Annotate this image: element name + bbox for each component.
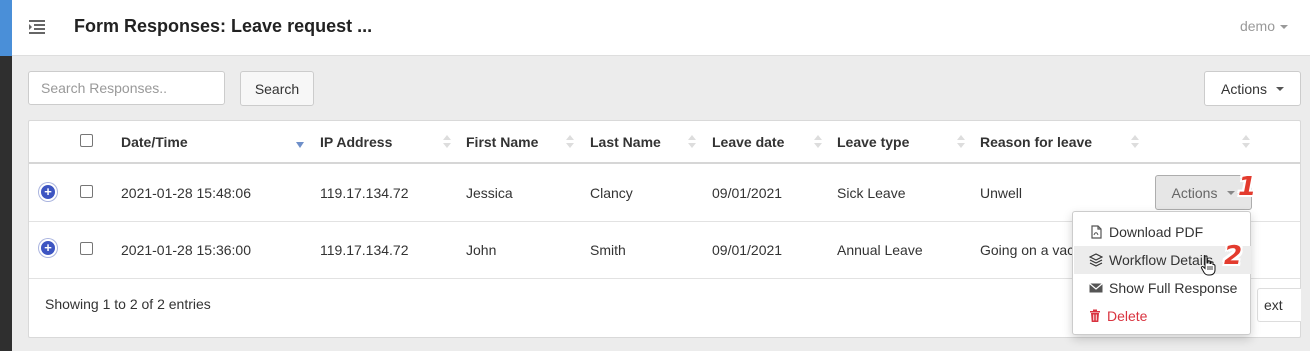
column-header-first-name[interactable]: First Name <box>466 134 538 150</box>
step-1-marker: 1 <box>1238 172 1257 202</box>
next-page-button[interactable]: ext <box>1257 288 1301 322</box>
left-rail <box>0 0 12 351</box>
column-header-ip[interactable]: IP Address <box>320 134 392 150</box>
chevron-down-icon <box>1227 190 1236 195</box>
cell-leave-type: Sick Leave <box>837 185 906 201</box>
chevron-down-icon <box>1275 86 1284 91</box>
cell-ip: 119.17.134.72 <box>320 185 409 201</box>
actions-button[interactable]: Actions <box>1204 71 1301 106</box>
menu-item-label: Show Full Response <box>1109 280 1238 296</box>
row-checkbox[interactable] <box>80 185 93 198</box>
user-menu[interactable]: demo <box>1240 18 1288 34</box>
expand-row-icon[interactable]: + <box>39 183 57 201</box>
menu-toggle-icon[interactable] <box>27 17 47 37</box>
sort-icon <box>957 135 965 149</box>
column-header-last-name[interactable]: Last Name <box>590 134 661 150</box>
cell-first-name: John <box>466 242 497 258</box>
column-header-leave-date[interactable]: Leave date <box>712 134 784 150</box>
cell-reason: Going on a vac <box>980 242 1075 258</box>
search-input[interactable] <box>28 71 225 105</box>
sort-icon <box>566 135 574 149</box>
cell-reason: Unwell <box>980 185 1023 201</box>
sort-icon <box>688 135 696 149</box>
page-title: Form Responses: Leave request ... <box>74 16 373 36</box>
column-header-datetime[interactable]: Date/Time <box>121 134 188 150</box>
search-button[interactable]: Search <box>240 71 314 106</box>
cell-last-name: Smith <box>590 242 626 258</box>
menu-item-label: Workflow Details <box>1109 252 1213 268</box>
sort-icon <box>1242 135 1250 149</box>
cell-ip: 119.17.134.72 <box>320 242 409 258</box>
column-header-leave-type[interactable]: Leave type <box>837 134 909 150</box>
menu-item-label: Download PDF <box>1109 224 1204 240</box>
step-2-marker: 2 <box>1224 241 1243 271</box>
envelope-icon <box>1089 283 1103 293</box>
topbar: Form Responses: Leave request ... demo <box>12 0 1310 56</box>
layers-icon <box>1089 253 1103 267</box>
menu-item-label: Delete <box>1107 308 1148 324</box>
menu-item-delete[interactable]: Delete <box>1074 302 1251 330</box>
sort-icon <box>1131 135 1139 149</box>
select-all-checkbox[interactable] <box>80 134 93 147</box>
header-divider <box>29 162 1300 164</box>
column-header-reason[interactable]: Reason for leave <box>980 134 1092 150</box>
menu-item-show-full-response[interactable]: Show Full Response <box>1074 274 1251 302</box>
row-checkbox[interactable] <box>80 242 93 255</box>
sort-icon <box>814 135 822 149</box>
row-actions-menu: Download PDF Workflow Details Show Full … <box>1072 211 1251 335</box>
cell-first-name: Jessica <box>466 185 513 201</box>
cell-datetime: 2021-01-28 15:48:06 <box>121 185 251 201</box>
hand-cursor-icon <box>1200 255 1216 280</box>
sort-icon <box>443 135 451 149</box>
actions-button-label: Actions <box>1221 80 1267 97</box>
entries-info: Showing 1 to 2 of 2 entries <box>45 296 211 312</box>
row-actions-label: Actions <box>1171 184 1218 201</box>
cell-leave-date: 09/01/2021 <box>712 185 783 201</box>
cell-leave-date: 09/01/2021 <box>712 242 783 258</box>
file-pdf-icon <box>1091 225 1102 239</box>
cell-last-name: Clancy <box>590 185 633 201</box>
expand-row-icon[interactable]: + <box>39 239 57 257</box>
sort-desc-icon <box>296 142 304 148</box>
cell-leave-type: Annual Leave <box>837 242 923 258</box>
rail-accent <box>0 0 12 56</box>
trash-icon <box>1090 309 1100 322</box>
cell-datetime: 2021-01-28 15:36:00 <box>121 242 251 258</box>
chevron-down-icon <box>1280 25 1288 30</box>
user-name: demo <box>1239 18 1275 34</box>
